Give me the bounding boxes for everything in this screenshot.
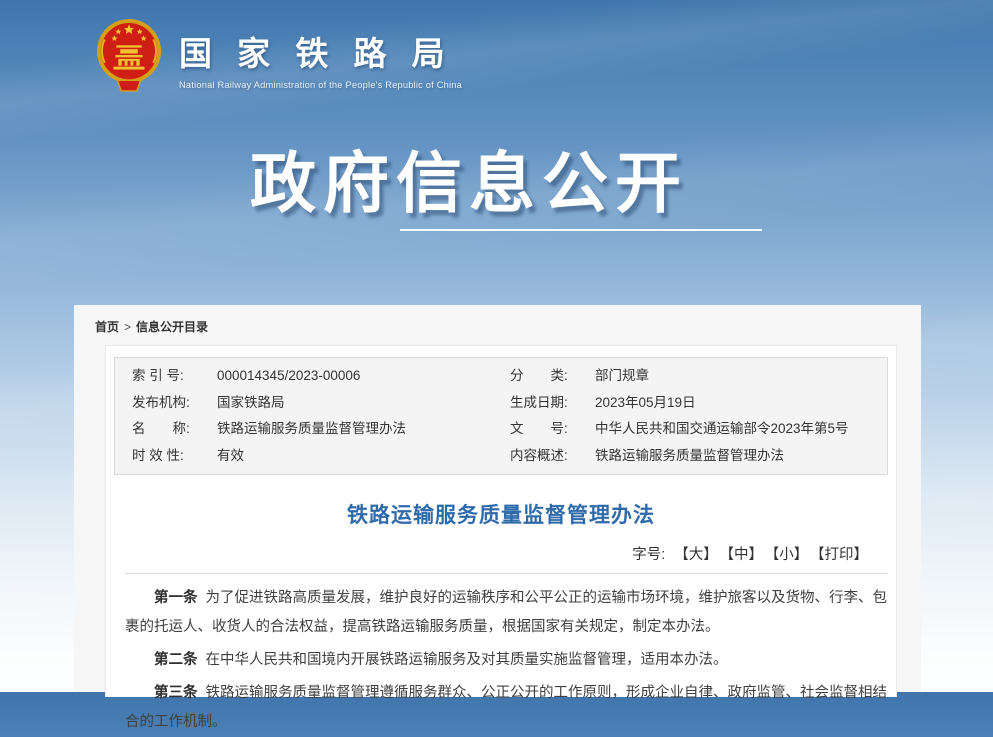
article-text: 在中华人民共和国境内开展铁路运输服务及对其质量实施监督管理，适用本办法。 (206, 652, 728, 668)
table-row: 时 效 性: 有效 内容概述: 铁路运输服务质量监督管理办法 (115, 443, 887, 470)
article-text: 为了促进铁路高质量发展，维护良好的运输秩序和公平公正的运输市场环境，维护旅客以及… (125, 590, 887, 635)
document-container: 索 引 号: 000014345/2023-00006 分 类: 部门规章 发布… (105, 345, 897, 697)
article-paragraph: 第二条在中华人民共和国境内开展铁路运输服务及对其质量实施监督管理，适用本办法。 (125, 646, 888, 675)
site-logo[interactable]: 国 家 铁 路 局 National Railway Administratio… (95, 16, 462, 99)
fontsize-small-button[interactable]: 【小】 (772, 547, 808, 563)
document-body: 第一条为了促进铁路高质量发展，维护良好的运输秩序和公平公正的运输市场环境，维护旅… (125, 584, 888, 737)
breadcrumb-current-link[interactable]: 信息公开目录 (136, 320, 208, 334)
breadcrumb-home-link[interactable]: 首页 (95, 320, 119, 334)
meta-label-category: 分 类: (510, 363, 595, 390)
meta-label-summary: 内容概述: (510, 443, 595, 470)
article-paragraph: 第一条为了促进铁路高质量发展，维护良好的运输秩序和公平公正的运输市场环境，维护旅… (125, 584, 888, 642)
banner-title: 政府信息公开 (250, 130, 688, 226)
meta-label-index-number: 索 引 号: (132, 363, 217, 390)
table-row: 索 引 号: 000014345/2023-00006 分 类: 部门规章 (115, 363, 887, 390)
meta-value-category: 部门规章 (595, 363, 887, 390)
meta-label-validity: 时 效 性: (132, 443, 217, 470)
article-paragraph: 第三条铁路运输服务质量监督管理遵循服务群众、公正公开的工作原则，形成企业自律、政… (125, 679, 888, 737)
meta-value-issue-date: 2023年05月19日 (595, 390, 887, 417)
meta-value-title: 铁路运输服务质量监督管理办法 (217, 416, 510, 443)
print-button[interactable]: 【打印】 (817, 547, 868, 563)
meta-label-doc-number: 文 号: (510, 416, 595, 443)
article-number: 第三条 (154, 685, 198, 701)
article-number: 第一条 (154, 590, 198, 606)
fontsize-medium-button[interactable]: 【中】 (727, 547, 763, 563)
page-title: 铁路运输服务质量监督管理办法 (106, 499, 896, 529)
banner-underline (400, 229, 762, 231)
meta-value-summary: 铁路运输服务质量监督管理办法 (595, 443, 887, 470)
article-number: 第二条 (154, 652, 198, 668)
meta-value-validity: 有效 (217, 443, 510, 470)
breadcrumb: 首页 > 信息公开目录 (74, 305, 921, 345)
meta-value-issuing-agency: 国家铁路局 (217, 390, 510, 417)
table-row: 名 称: 铁路运输服务质量监督管理办法 文 号: 中华人民共和国交通运输部令20… (115, 416, 887, 443)
table-row: 发布机构: 国家铁路局 生成日期: 2023年05月19日 (115, 390, 887, 417)
national-emblem-icon (95, 16, 163, 99)
site-name: 国 家 铁 路 局 (179, 27, 462, 75)
meta-value-index-number: 000014345/2023-00006 (217, 363, 510, 390)
site-name-english: National Railway Administration of the P… (179, 80, 462, 90)
fontsize-controls: 字号: 【大】【中】【小】【打印】 (106, 543, 868, 564)
meta-label-issuing-agency: 发布机构: (132, 390, 217, 417)
fontsize-large-button[interactable]: 【大】 (674, 547, 718, 563)
divider (125, 573, 888, 574)
meta-label-issue-date: 生成日期: (510, 390, 595, 417)
breadcrumb-separator: > (124, 320, 131, 334)
content-panel: 首页 > 信息公开目录 索 引 号: 000014345/2023-00006 分 … (74, 305, 921, 692)
fontsize-label: 字号: (632, 547, 665, 563)
document-meta-table: 索 引 号: 000014345/2023-00006 分 类: 部门规章 发布… (114, 357, 888, 475)
meta-value-doc-number: 中华人民共和国交通运输部令2023年第5号 (595, 416, 887, 443)
meta-label-title: 名 称: (132, 416, 217, 443)
